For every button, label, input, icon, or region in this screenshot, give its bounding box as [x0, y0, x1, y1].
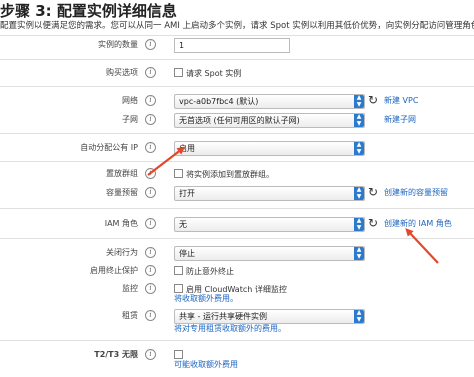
- red-arrow: [405, 228, 439, 264]
- red-arrow: [147, 146, 186, 176]
- annotation-arrows: [147, 146, 439, 264]
